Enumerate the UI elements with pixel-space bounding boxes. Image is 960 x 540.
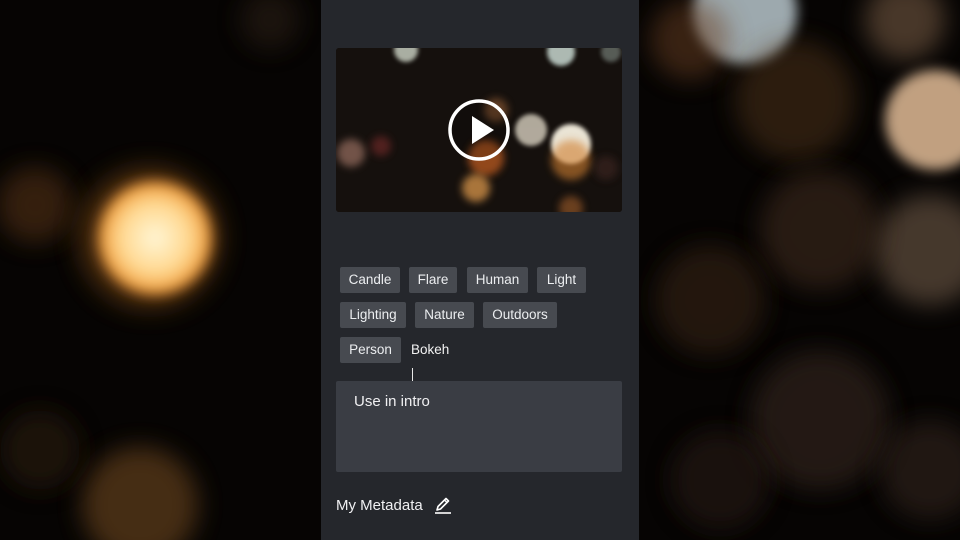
- tag-human[interactable]: Human: [467, 267, 528, 293]
- note-text: Use in intro: [354, 393, 430, 410]
- tag-input-value: Bokeh: [411, 342, 450, 357]
- video-preview[interactable]: [336, 48, 622, 212]
- pencil-icon[interactable]: [433, 495, 453, 515]
- details-panel: Candle Flare Human Light Lighting Nature…: [321, 0, 639, 540]
- metadata-section: My Metadata: [336, 494, 453, 516]
- note-field[interactable]: Use in intro: [336, 381, 622, 472]
- play-circle-icon[interactable]: [447, 98, 511, 162]
- tag-input[interactable]: Bokeh: [411, 337, 450, 383]
- tag-nature[interactable]: Nature: [415, 302, 474, 328]
- tag-person[interactable]: Person: [340, 337, 401, 363]
- tag-flare[interactable]: Flare: [409, 267, 457, 293]
- tag-lighting[interactable]: Lighting: [340, 302, 406, 328]
- tag-light[interactable]: Light: [537, 267, 586, 293]
- tag-candle[interactable]: Candle: [340, 267, 400, 293]
- stage: Candle Flare Human Light Lighting Nature…: [0, 0, 960, 540]
- metadata-label: My Metadata: [336, 496, 423, 514]
- tag-outdoors[interactable]: Outdoors: [483, 302, 557, 328]
